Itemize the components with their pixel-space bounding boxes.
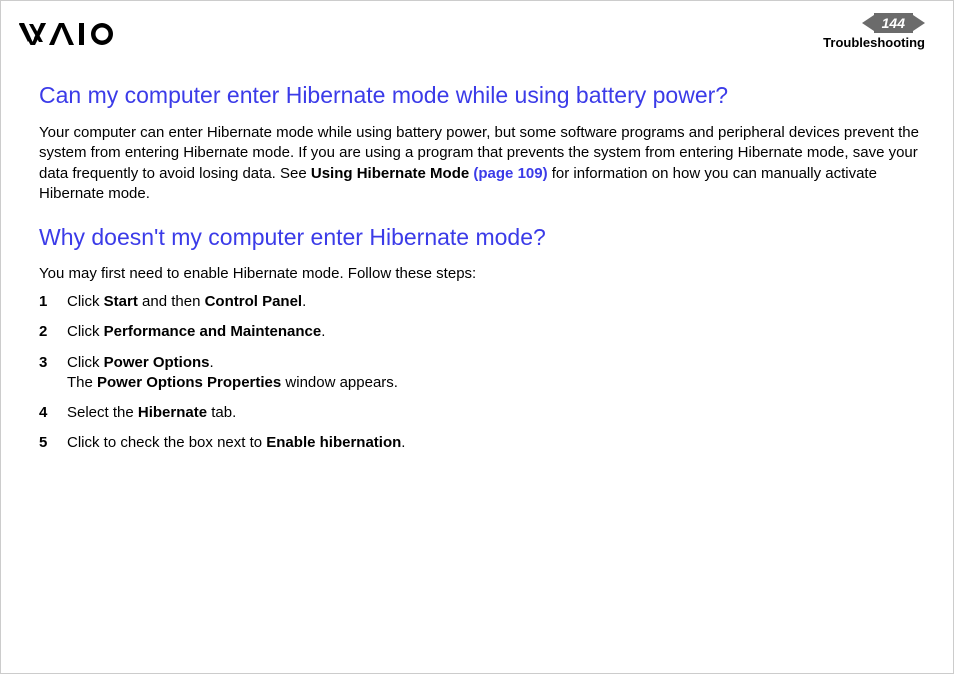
text: . bbox=[321, 323, 325, 340]
text: Click bbox=[67, 323, 104, 340]
page-content: Can my computer enter Hibernate mode whi… bbox=[19, 82, 925, 454]
section2-intro: You may first need to enable Hibernate m… bbox=[39, 265, 921, 282]
text: The bbox=[67, 374, 97, 391]
ui-term: Enable hibernation bbox=[266, 434, 401, 451]
steps-list: Click Start and then Control Panel. Clic… bbox=[39, 292, 921, 454]
text: Click bbox=[67, 293, 104, 310]
list-item: Click Start and then Control Panel. bbox=[39, 292, 921, 312]
ref-title: Using Hibernate Mode bbox=[311, 165, 474, 182]
text: window appears. bbox=[281, 374, 398, 391]
list-item: Select the Hibernate tab. bbox=[39, 403, 921, 423]
ui-term: Performance and Maintenance bbox=[104, 323, 322, 340]
section1-paragraph: Your computer can enter Hibernate mode w… bbox=[39, 123, 921, 204]
text: Select the bbox=[67, 404, 138, 421]
vaio-logo-icon bbox=[19, 21, 119, 50]
ui-term: Power Options bbox=[104, 354, 210, 371]
ui-term: Hibernate bbox=[138, 404, 207, 421]
section1-heading: Can my computer enter Hibernate mode whi… bbox=[39, 82, 921, 109]
list-item: Click Power Options. The Power Options P… bbox=[39, 353, 921, 394]
page-header: 144 Troubleshooting bbox=[19, 13, 925, 50]
page-number: 144 bbox=[874, 13, 913, 33]
section2-heading: Why doesn't my computer enter Hibernate … bbox=[39, 224, 921, 251]
prev-page-icon[interactable] bbox=[862, 15, 874, 31]
ui-term: Power Options Properties bbox=[97, 374, 281, 391]
text: Click to check the box next to bbox=[67, 434, 266, 451]
ui-term: Start bbox=[104, 293, 138, 310]
text: Click bbox=[67, 354, 104, 371]
text: . bbox=[401, 434, 405, 451]
next-page-icon[interactable] bbox=[913, 15, 925, 31]
header-right: 144 Troubleshooting bbox=[823, 13, 925, 50]
section-label: Troubleshooting bbox=[823, 35, 925, 50]
text: and then bbox=[138, 293, 205, 310]
text: . bbox=[210, 354, 214, 371]
list-item: Click Performance and Maintenance. bbox=[39, 322, 921, 342]
text: tab. bbox=[207, 404, 236, 421]
page-navigation: 144 bbox=[862, 13, 925, 33]
page-ref-link[interactable]: (page 109) bbox=[473, 165, 547, 182]
list-item: Click to check the box next to Enable hi… bbox=[39, 433, 921, 453]
text: . bbox=[302, 293, 306, 310]
ui-term: Control Panel bbox=[205, 293, 303, 310]
